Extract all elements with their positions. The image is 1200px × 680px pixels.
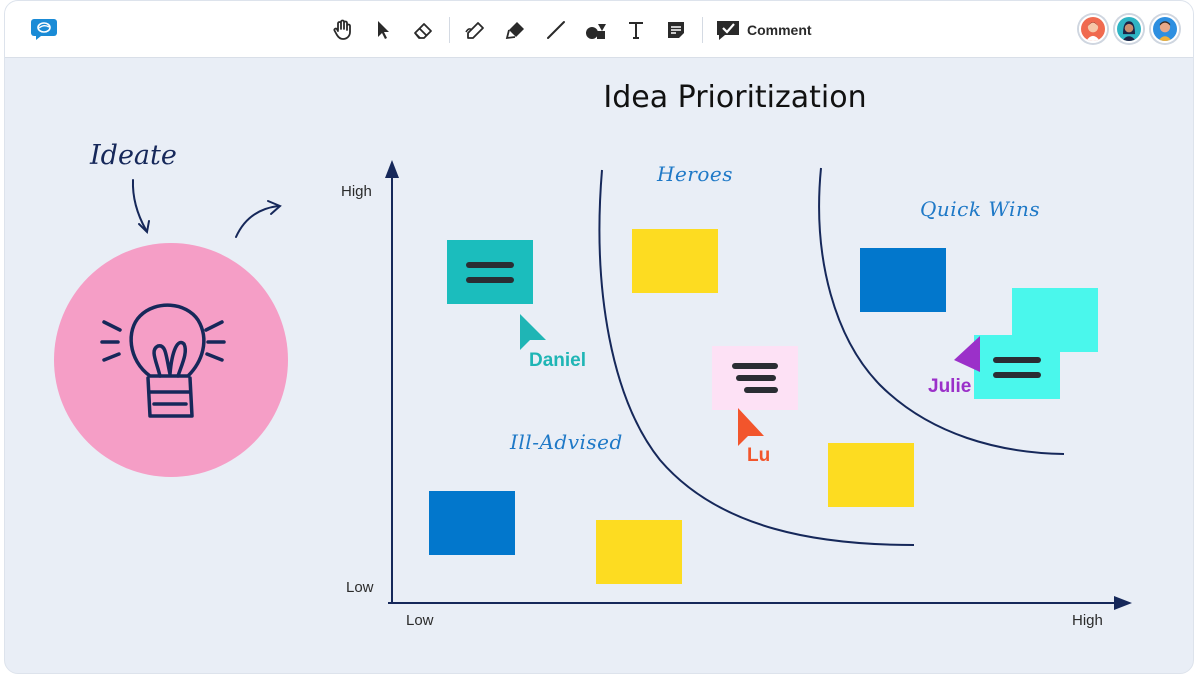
whiteboard-canvas[interactable]: Idea Prioritization Ideate High Low Low … xyxy=(0,0,1200,680)
cursor-label-julie: Julie xyxy=(928,376,972,397)
collaborator-cursors xyxy=(520,314,980,446)
cursor-label-daniel: Daniel xyxy=(529,350,587,371)
cursor-label-lu: Lu xyxy=(747,445,771,466)
cursor-arrow-daniel-icon xyxy=(520,314,546,350)
cursor-arrow-julie-icon xyxy=(954,336,980,372)
cursor-arrow-lu-icon xyxy=(738,408,764,446)
